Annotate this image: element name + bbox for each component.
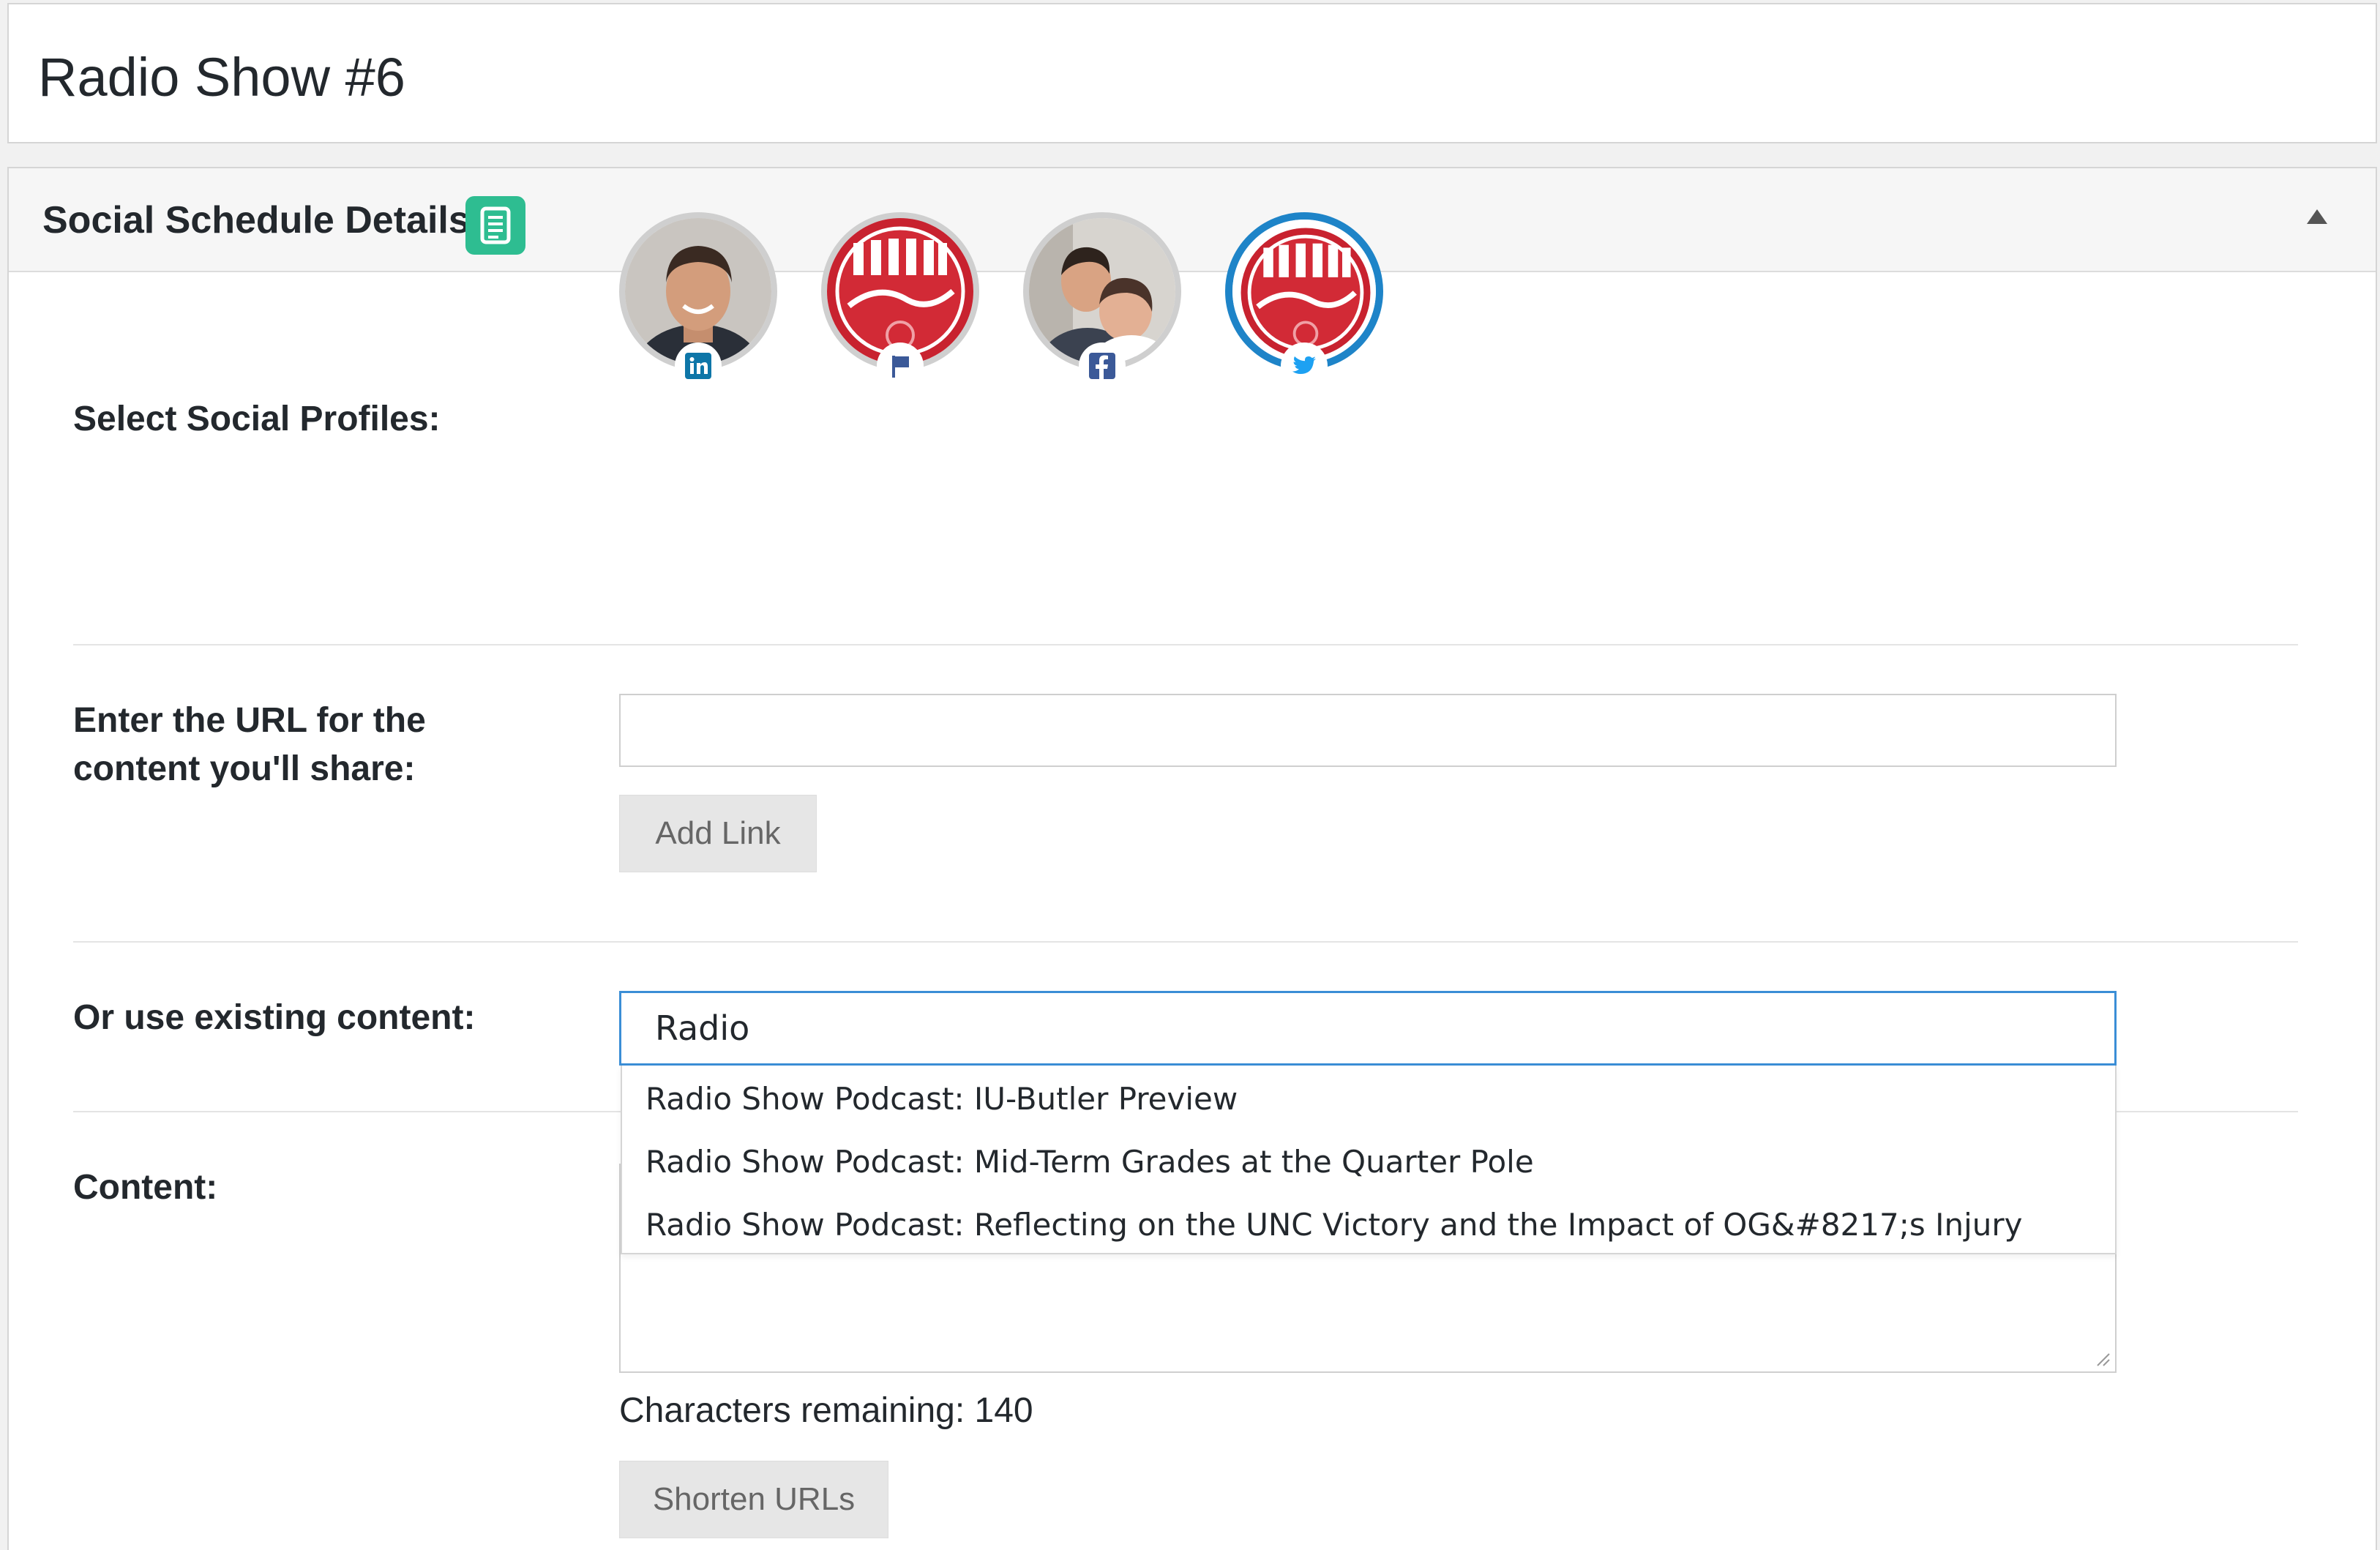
url-input[interactable] <box>619 694 2117 767</box>
triangle-up-icon[interactable] <box>2307 209 2327 224</box>
content-label: Content: <box>73 1168 218 1207</box>
add-link-button[interactable]: Add Link <box>619 795 817 872</box>
linkedin-icon <box>675 342 722 389</box>
autocomplete-item[interactable]: Radio Show Podcast: IU-Butler Preview <box>645 1068 1238 1130</box>
section-divider <box>73 941 2298 943</box>
post-title-box[interactable]: Radio Show #6 <box>7 3 2377 143</box>
shorten-urls-button[interactable]: Shorten URLs <box>619 1461 888 1538</box>
post-title[interactable]: Radio Show #6 <box>38 41 405 114</box>
autocomplete-item[interactable]: Radio Show Podcast: Mid-Term Grades at t… <box>645 1131 1534 1193</box>
existing-content-search-input[interactable] <box>619 991 2117 1066</box>
characters-remaining: Characters remaining: 140 <box>619 1391 1033 1430</box>
panel-header[interactable]: Social Schedule Details <box>9 168 2376 272</box>
facebook-icon <box>1079 342 1126 389</box>
autocomplete-item[interactable]: Radio Show Podcast: Reflecting on the UN… <box>645 1194 2023 1256</box>
panel-title: Social Schedule Details <box>42 199 470 242</box>
document-list-icon <box>465 196 525 255</box>
resize-grip-icon[interactable] <box>2095 1351 2111 1367</box>
twitter-icon <box>1281 342 1328 389</box>
select-profiles-label: Select Social Profiles: <box>73 400 441 438</box>
autocomplete-dropdown: Radio Show Podcast: IU-Butler Preview Ra… <box>621 1066 2117 1254</box>
flag-icon <box>877 342 924 389</box>
section-divider <box>73 644 2298 645</box>
url-label-line1: Enter the URL for the <box>73 701 426 740</box>
url-label-line2: content you'll share: <box>73 749 416 788</box>
existing-content-label: Or use existing content: <box>73 998 476 1037</box>
